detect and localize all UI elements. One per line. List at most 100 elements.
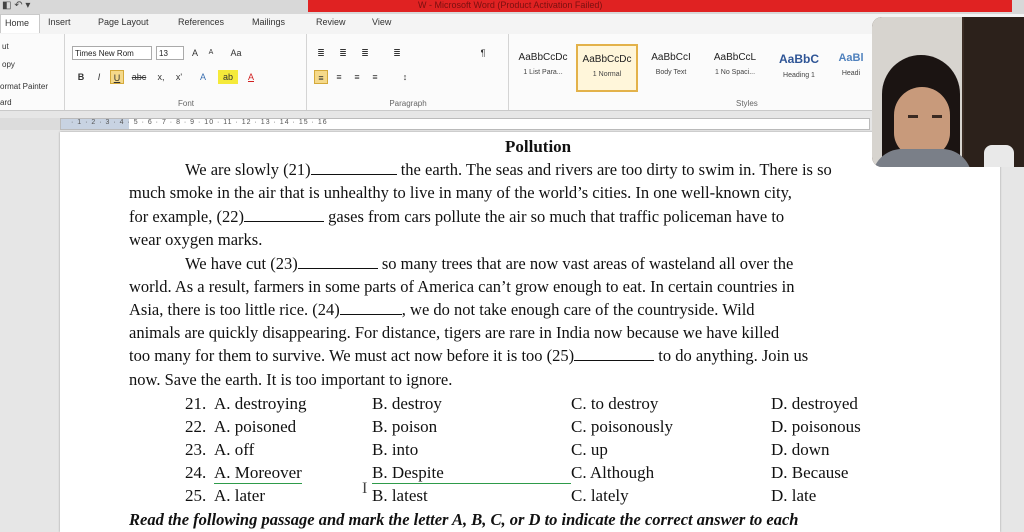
style-name: 1 Normal <box>592 71 622 78</box>
option-a: A. off <box>214 440 255 459</box>
ribbon-tabs: Home Insert Page Layout References Maili… <box>0 14 1024 35</box>
line-text: gases from cars pollute the air so much … <box>328 207 785 226</box>
blank-22 <box>244 207 324 222</box>
question-number: 25. <box>185 486 207 505</box>
ruler-numbers: · 1 · 2 · 3 · 4 · 5 · 6 · 7 · 8 · 9 · 10… <box>71 119 328 126</box>
style-heading-1[interactable]: AaBbC Heading 1 <box>768 44 830 92</box>
text-effects-icon[interactable]: A <box>196 70 210 84</box>
blank-23 <box>297 254 378 269</box>
question-number: 23. <box>185 440 207 459</box>
styles-group: AaBbCcDc 1 List Para... AaBbCcDc 1 Norma… <box>510 34 872 110</box>
title-bar-highlight: W - Microsoft Word (Product Activation F… <box>308 0 1012 12</box>
align-center-icon[interactable]: ≡ <box>332 70 346 84</box>
copy-button[interactable]: opy <box>2 60 15 69</box>
text-cursor-icon: I <box>362 480 368 497</box>
change-case-icon[interactable]: Aa <box>226 46 246 60</box>
show-formatting-icon[interactable]: ¶ <box>476 46 490 60</box>
bold-icon[interactable]: B <box>74 70 88 84</box>
style-no-spacing[interactable]: AaBbCcL 1 No Spaci... <box>704 44 766 92</box>
ruler-margin <box>0 118 60 130</box>
question-number: 24. <box>185 463 207 482</box>
passage-line-8: animals are quickly disappearing. For di… <box>129 323 780 342</box>
style-sample: AaBbCcDc <box>582 54 632 65</box>
tab-page-layout[interactable]: Page Layout <box>98 17 149 27</box>
style-list-paragraph[interactable]: AaBbCcDc 1 List Para... <box>512 44 574 92</box>
passage-line-5: We have cut (23) so many trees that are … <box>185 254 793 274</box>
option-b: B. poison <box>372 417 438 436</box>
blank-24 <box>339 300 402 315</box>
line-text: so many trees that are now vast areas of… <box>381 254 794 273</box>
italic-icon[interactable]: I <box>92 70 106 84</box>
tab-home[interactable]: Home <box>0 14 41 33</box>
shrink-font-icon[interactable]: A <box>204 46 218 60</box>
font-group: Times New Rom 13 A A Aa B I U abc x, x' … <box>66 34 307 110</box>
line-text: for example, (22) <box>129 207 244 226</box>
grow-font-icon[interactable]: A <box>188 46 202 60</box>
bullets-icon[interactable]: ≣ <box>314 46 328 60</box>
align-left-icon[interactable]: ≡ <box>314 70 328 84</box>
option-c: C. lately <box>571 486 629 505</box>
tab-references[interactable]: References <box>178 17 224 27</box>
line-text: We are slowly (21) <box>185 160 311 179</box>
style-name: 1 No Spaci... <box>714 69 756 76</box>
subscript-icon[interactable]: x, <box>154 70 168 84</box>
underline-icon[interactable]: U <box>110 70 124 84</box>
clipboard-group-label: ard <box>0 98 12 107</box>
style-sample: AaBbCcDc <box>518 52 568 63</box>
blank-25 <box>574 346 655 361</box>
style-normal[interactable]: AaBbCcDc 1 Normal <box>576 44 638 92</box>
style-sample: AaBbC <box>778 52 819 66</box>
title-bar: ◧ ↶ ▾ W - Microsoft Word (Product Activa… <box>0 0 1024 14</box>
highlight-icon[interactable]: ab <box>218 70 238 84</box>
clipboard-group: ut opy ormat Painter ard <box>0 34 65 110</box>
ribbon: ut opy ormat Painter ard Times New Rom 1… <box>0 34 1024 111</box>
font-name-combo[interactable]: Times New Rom <box>72 46 152 60</box>
option-d: D. destroyed <box>771 394 858 413</box>
webcam-overlay <box>872 17 1024 167</box>
justify-icon[interactable]: ≡ <box>368 70 382 84</box>
instruction-line: Read the following passage and mark the … <box>129 510 799 529</box>
style-sample: AaBl <box>838 52 864 64</box>
tab-review[interactable]: Review <box>316 17 346 27</box>
indent-icon[interactable]: ≣ <box>390 46 404 60</box>
strikethrough-icon[interactable]: abc <box>128 70 150 84</box>
line-text: Asia, there is too little rice. (24) <box>129 300 340 319</box>
format-painter-button[interactable]: ormat Painter <box>0 82 48 91</box>
align-right-icon[interactable]: ≡ <box>350 70 364 84</box>
webcam-background-object <box>984 145 1014 167</box>
quick-access-toolbar[interactable]: ◧ ↶ ▾ <box>2 0 30 11</box>
style-heading-2[interactable]: AaBl Headi <box>832 44 870 92</box>
question-number: 21. <box>185 394 207 413</box>
line-text: to do anything. Join us <box>658 346 809 365</box>
paragraph-group-label: Paragraph <box>389 99 427 108</box>
option-d: D. down <box>771 440 830 459</box>
tab-view[interactable]: View <box>372 17 391 27</box>
line-text: , we do not take enough care of the coun… <box>401 300 755 319</box>
style-body-text[interactable]: AaBbCcI Body Text <box>640 44 702 92</box>
option-a: A. destroying <box>214 394 307 413</box>
style-name: Heading 1 <box>783 72 815 79</box>
person-eye <box>932 115 942 118</box>
font-group-label: Font <box>177 99 194 108</box>
option-c: C. up <box>571 440 608 459</box>
option-b: B. into <box>372 440 419 459</box>
passage-line-9: too many for them to survive. We must ac… <box>129 346 808 366</box>
line-spacing-icon[interactable]: ↕ <box>398 70 412 84</box>
numbering-icon[interactable]: ≣ <box>336 46 350 60</box>
option-c: C. Although <box>571 463 655 482</box>
passage-line-10: now. Save the earth. It is too important… <box>129 370 453 389</box>
cut-button[interactable]: ut <box>2 42 9 51</box>
paragraph-group: ≣ ≣ ≣ ≣ ¶ ≡ ≡ ≡ ≡ ↕ Paragraph <box>308 34 509 110</box>
font-color-icon[interactable]: A <box>244 70 258 84</box>
styles-group-label: Styles <box>736 99 758 108</box>
font-size-combo[interactable]: 13 <box>156 46 184 60</box>
superscript-icon[interactable]: x' <box>172 70 186 84</box>
line-text: too many for them to survive. We must ac… <box>129 346 575 365</box>
passage-line-4: wear oxygen marks. <box>129 230 263 249</box>
tab-insert[interactable]: Insert <box>48 17 71 27</box>
line-text: the earth. The seas and rivers are too d… <box>400 160 832 179</box>
multilevel-list-icon[interactable]: ≣ <box>358 46 372 60</box>
horizontal-ruler[interactable]: · 1 · 2 · 3 · 4 · 5 · 6 · 7 · 8 · 9 · 10… <box>60 118 870 130</box>
tab-mailings[interactable]: Mailings <box>252 17 285 27</box>
style-name: Body Text <box>655 69 687 76</box>
